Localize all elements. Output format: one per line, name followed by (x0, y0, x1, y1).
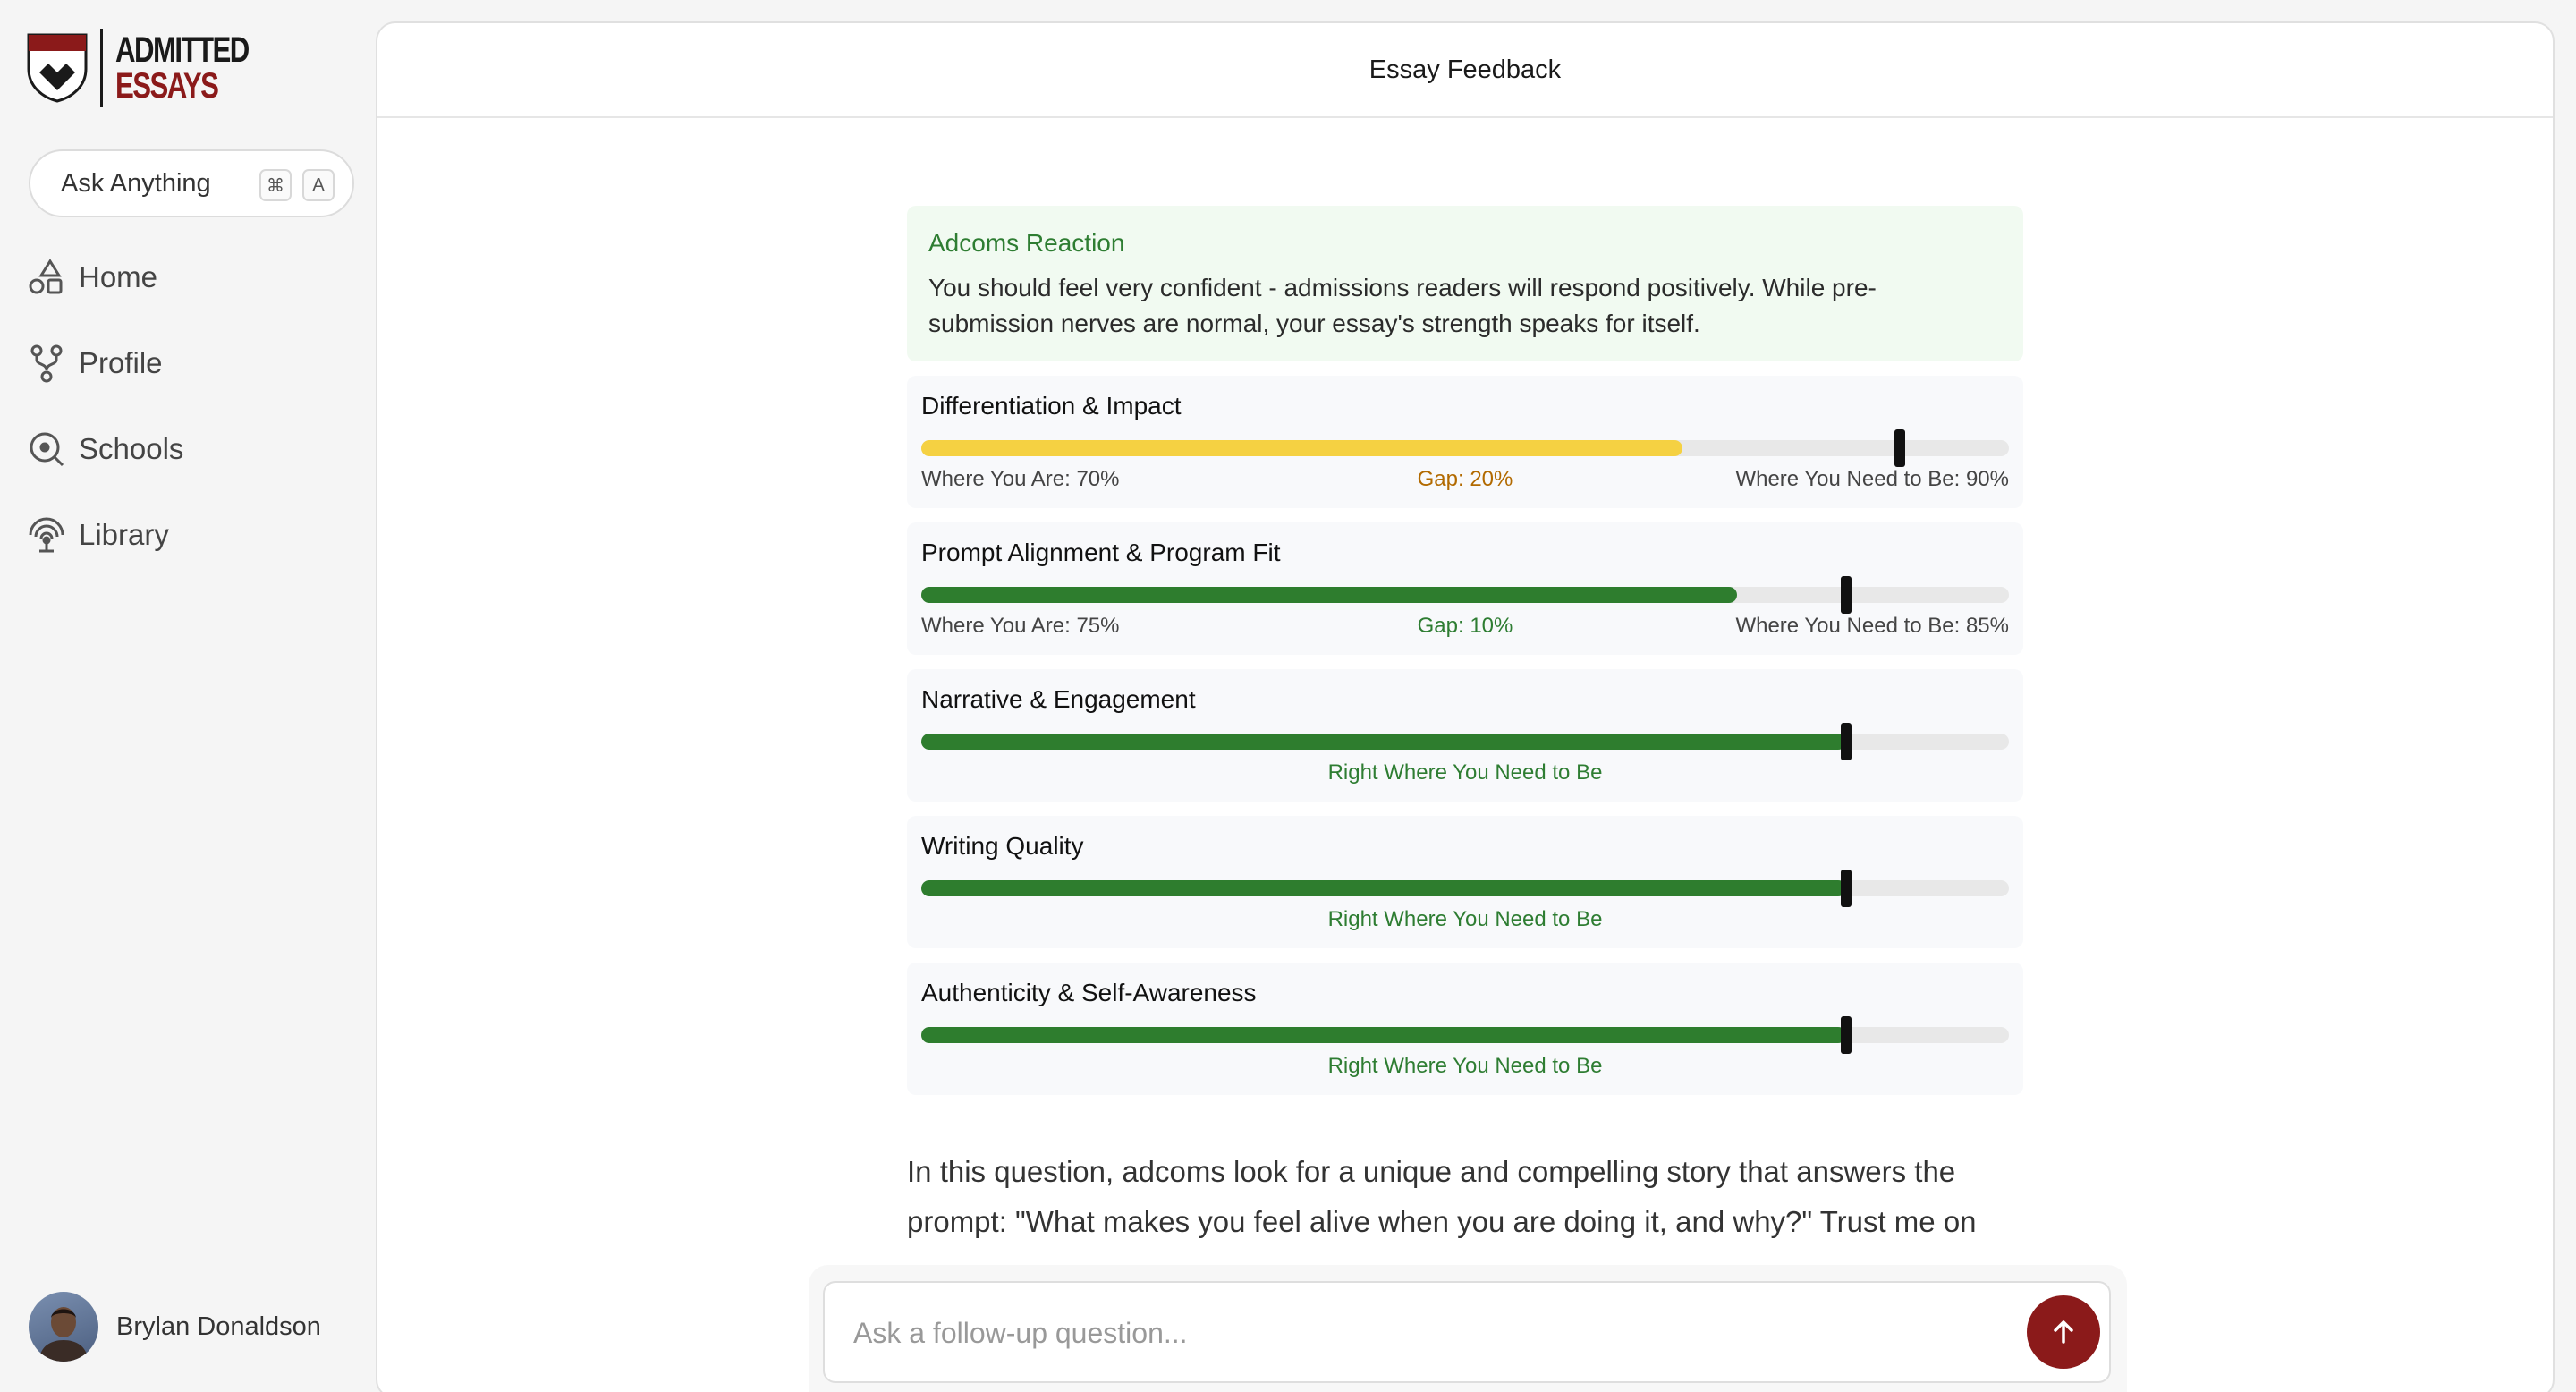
metric-title: Prompt Alignment & Program Fit (921, 539, 1281, 566)
target-marker (1840, 576, 1852, 614)
send-button[interactable] (2027, 1295, 2100, 1369)
page-header: Essay Feedback (377, 23, 2553, 118)
adcoms-reaction-card: Adcoms Reaction You should feel very con… (907, 206, 2023, 361)
sidebar-item-label: Profile (79, 346, 163, 379)
progress-fill (921, 440, 1683, 456)
page-title: Essay Feedback (1368, 55, 1562, 84)
ask-anything-button[interactable]: Ask Anything ⌘ A (29, 149, 354, 217)
logo-divider (100, 29, 103, 107)
sidebar-item-schools[interactable]: Schools (27, 424, 183, 474)
metric-card: Narrative & Engagement Right Where You N… (907, 669, 2023, 802)
shield-logo-icon (27, 33, 88, 103)
brand-wordmark: ADMITTED ESSAYS (115, 30, 250, 106)
followup-input[interactable] (853, 1308, 1962, 1358)
sidebar-item-label: Library (79, 518, 169, 551)
shortcut-cmd-key: ⌘ (259, 169, 292, 201)
sidebar: ADMITTED ESSAYS Ask Anything ⌘ A Home Pr… (0, 0, 376, 1392)
main-panel: Essay Feedback Adcoms Reaction You shoul… (376, 21, 2555, 1392)
metric-stats: Where You Are: 70% Gap: 20% Where You Ne… (921, 467, 2009, 494)
metric-card: Differentiation & Impact Where You Are: … (907, 376, 2023, 508)
sidebar-item-label: Schools (79, 432, 184, 465)
progress-fill (921, 880, 1846, 896)
avatar-person-icon (39, 1307, 88, 1362)
brand-logo[interactable]: ADMITTED ESSAYS (27, 27, 286, 109)
metric-card: Writing Quality Right Where You Need to … (907, 816, 2023, 948)
shortcut-a-key: A (302, 169, 335, 201)
sidebar-nav: Home Profile Schools Library (27, 252, 183, 596)
target-score-label: Where You Need to Be: 90% (1735, 467, 2009, 491)
sidebar-item-home[interactable]: Home (27, 252, 183, 302)
metric-stats: Right Where You Need to Be (921, 1054, 2009, 1081)
metric-stats: Right Where You Need to Be (921, 907, 2009, 934)
on-target-label: Right Where You Need to Be (1327, 1054, 1603, 1078)
target-marker (1894, 429, 1906, 467)
progress-fill (921, 587, 1737, 603)
avatar (29, 1292, 98, 1362)
progress-track (921, 429, 2009, 467)
metric-card: Prompt Alignment & Program Fit Where You… (907, 522, 2023, 655)
target-marker (1840, 870, 1852, 907)
followup-bar (809, 1265, 2127, 1392)
progress-track (921, 870, 2009, 907)
sidebar-item-library[interactable]: Library (27, 510, 183, 560)
sidebar-item-label: Home (79, 260, 158, 293)
metric-stats: Where You Are: 75% Gap: 10% Where You Ne… (921, 614, 2009, 641)
followup-box (823, 1281, 2111, 1383)
target-marker (1840, 1016, 1852, 1054)
on-target-label: Right Where You Need to Be (1327, 907, 1603, 931)
user-name: Brylan Donaldson (116, 1311, 321, 1341)
metric-card: Authenticity & Self-Awareness Right Wher… (907, 963, 2023, 1095)
progress-fill (921, 1027, 1846, 1043)
progress-track (921, 1016, 2009, 1054)
ask-anything-label: Ask Anything (61, 168, 211, 198)
reaction-title: Adcoms Reaction (928, 229, 1125, 257)
brand-line2: ESSAYS (115, 66, 219, 106)
metric-title: Authenticity & Self-Awareness (921, 979, 1257, 1006)
on-target-label: Right Where You Need to Be (1327, 760, 1603, 785)
target-marker (1840, 723, 1852, 760)
branch-icon (30, 344, 63, 383)
metric-title: Writing Quality (921, 832, 1084, 860)
signal-icon (29, 517, 64, 553)
progress-track (921, 723, 2009, 760)
progress-track (921, 576, 2009, 614)
sidebar-item-profile[interactable]: Profile (27, 338, 183, 388)
metric-title: Narrative & Engagement (921, 685, 1196, 713)
search-target-icon (30, 432, 64, 467)
arrow-up-icon (2054, 1320, 2073, 1344)
reaction-text: You should feel very confident - admissi… (928, 274, 1877, 337)
metric-stats: Right Where You Need to Be (921, 760, 2009, 787)
user-profile[interactable]: Brylan Donaldson (29, 1292, 321, 1362)
target-score-label: Where You Need to Be: 85% (1735, 614, 2009, 638)
brand-line1: ADMITTED (115, 30, 250, 70)
progress-fill (921, 734, 1846, 750)
feedback-body-text: In this question, adcoms look for a uniq… (907, 1155, 1977, 1238)
feedback-content: Adcoms Reaction You should feel very con… (907, 206, 2023, 1247)
metric-title: Differentiation & Impact (921, 392, 1182, 420)
home-shapes-icon (29, 259, 63, 294)
metrics-list: Differentiation & Impact Where You Are: … (907, 376, 2023, 1095)
